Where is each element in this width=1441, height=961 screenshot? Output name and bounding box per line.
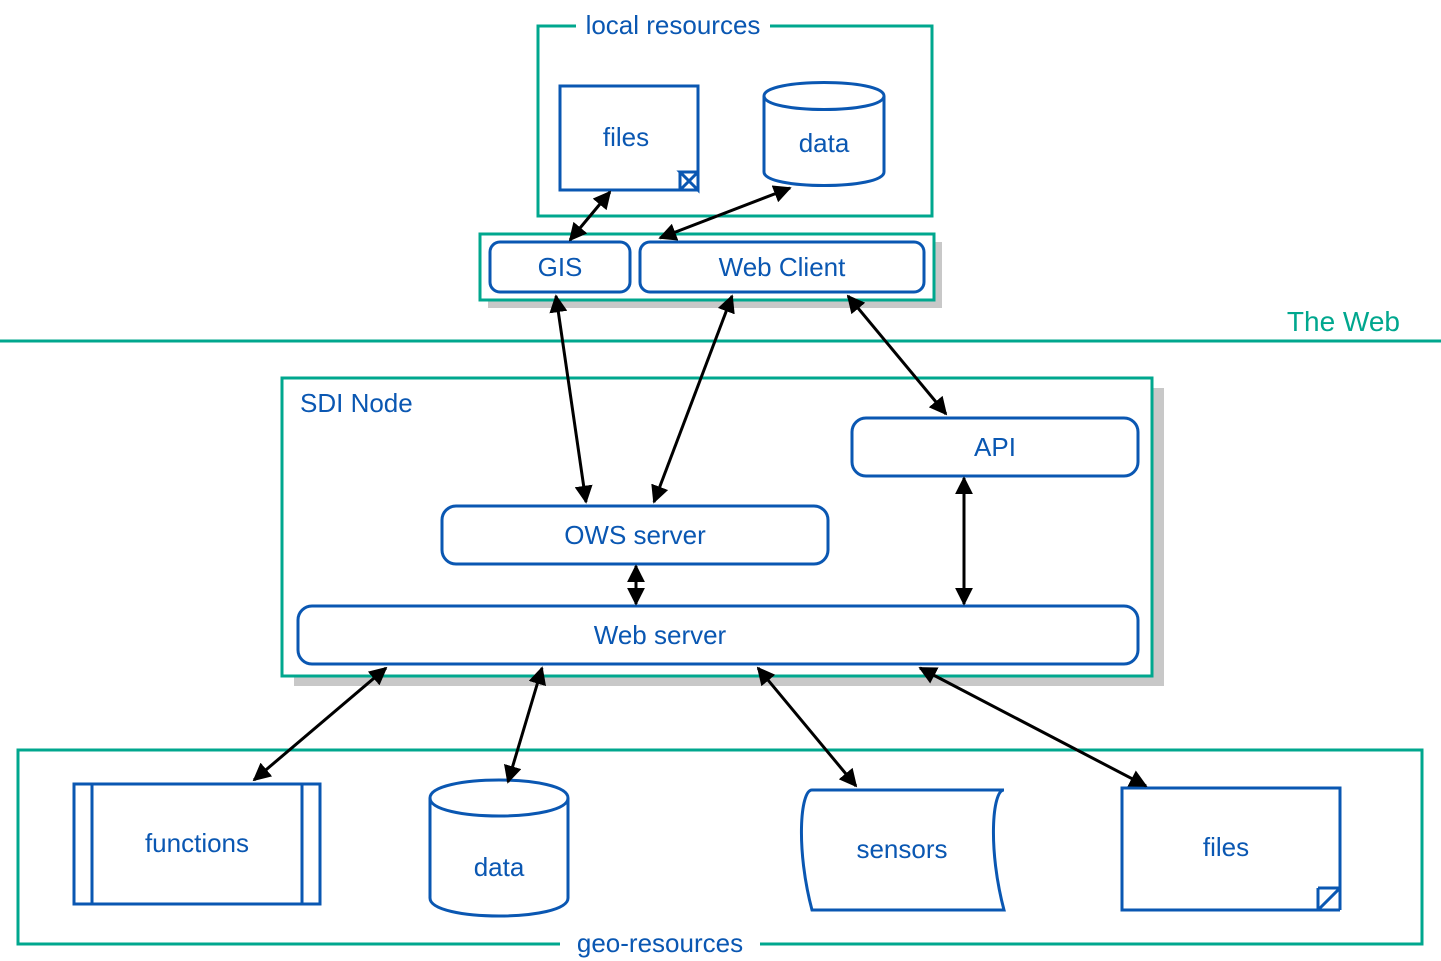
web-server-label: Web server: [594, 620, 727, 650]
web-client-label: Web Client: [719, 252, 846, 282]
sdi-node-group: SDI Node API OWS server Web server: [282, 378, 1164, 686]
files-top-node: files: [560, 86, 698, 190]
sensors-node: sensors: [801, 790, 1004, 910]
the-web-label: The Web: [1287, 306, 1400, 337]
data-top-node: data: [764, 83, 884, 186]
files-top-label: files: [603, 122, 649, 152]
data-top-label: data: [799, 128, 850, 158]
geo-resources-label: geo-resources: [577, 928, 743, 958]
data-bot-label: data: [474, 852, 525, 882]
geo-resources-group: geo-resources functions data sensors fil…: [18, 750, 1422, 960]
arrow-data-client: [660, 188, 790, 238]
client-layer-group: GIS Web Client: [480, 234, 942, 308]
functions-node: functions: [74, 784, 320, 904]
gis-label: GIS: [538, 252, 583, 282]
files-bot-node: files: [1122, 788, 1340, 910]
sdi-node-label: SDI Node: [300, 388, 413, 418]
data-bot-node: data: [430, 780, 568, 916]
sensors-label: sensors: [856, 834, 947, 864]
ows-server-label: OWS server: [564, 520, 706, 550]
functions-label: functions: [145, 828, 249, 858]
files-bot-label: files: [1203, 832, 1249, 862]
local-resources-group: local resources files data: [538, 10, 932, 216]
api-label: API: [974, 432, 1016, 462]
diagram-canvas: The Web local resources files data GIS W…: [0, 0, 1441, 961]
local-resources-label: local resources: [586, 10, 761, 40]
